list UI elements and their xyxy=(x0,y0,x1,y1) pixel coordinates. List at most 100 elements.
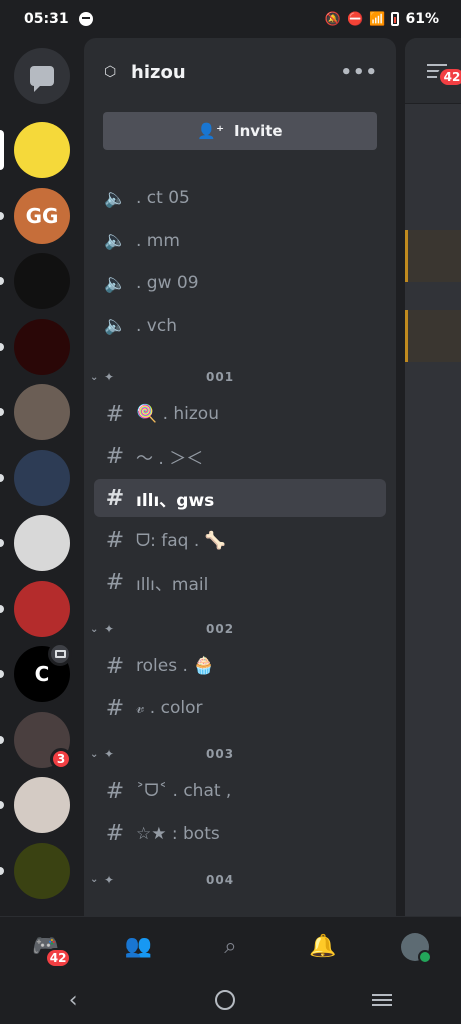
text-channel-label: ıllı、gws xyxy=(136,490,215,511)
voice-channel-label: . gw 09 xyxy=(136,273,199,293)
sparkle-icon: ✦ xyxy=(104,622,115,636)
home-icon[interactable] xyxy=(214,990,235,1010)
hash-icon: # xyxy=(105,695,125,721)
category-header[interactable]: ⌄ ✦ 001 xyxy=(90,366,386,388)
status-time: 05:31 xyxy=(24,11,69,27)
server-icon[interactable] xyxy=(14,515,70,571)
server-icon[interactable] xyxy=(14,253,70,309)
hash-icon: # xyxy=(105,485,125,511)
invite-button[interactable]: 👤⁺ Invite xyxy=(103,112,377,150)
add-user-icon: 👤⁺ xyxy=(197,122,225,140)
sparkle-icon: ✦ xyxy=(104,747,115,762)
unread-dot xyxy=(0,670,4,678)
hash-icon: # xyxy=(105,570,125,596)
text-channel[interactable]: # ☆★ : bots xyxy=(94,815,386,853)
chevron-down-icon: ⌄ xyxy=(90,623,99,635)
server-name: hizou xyxy=(131,61,186,83)
voice-channel[interactable]: 🔈 . vch xyxy=(94,307,386,345)
speaker-icon: 🔈 xyxy=(104,230,127,251)
friends-tab[interactable]: 👥 xyxy=(113,924,163,970)
unread-dot xyxy=(0,735,4,744)
unread-dot xyxy=(0,604,4,613)
more-options-icon[interactable]: ••• xyxy=(340,62,378,83)
battery-icon xyxy=(391,12,400,26)
profile-tab[interactable] xyxy=(390,924,440,970)
home-tab[interactable]: 🎮 42 xyxy=(21,924,72,970)
sparkle-icon: ✦ xyxy=(104,872,115,887)
server-icon[interactable] xyxy=(14,580,70,637)
server-icon[interactable] xyxy=(14,318,70,375)
voice-channel-label: . ct 05 xyxy=(136,188,190,208)
server-icon[interactable] xyxy=(14,384,70,440)
voice-channel[interactable]: 🔈 . ct 05 xyxy=(94,179,386,217)
chat-peek-header: 42 xyxy=(405,38,461,104)
screen-share-badge xyxy=(48,642,72,666)
text-channel-label: 🍭 . hizou xyxy=(136,404,219,424)
category-header[interactable]: ⌄ ✦ 004 xyxy=(90,869,386,891)
text-channel[interactable]: # ～ . ＞＜ xyxy=(94,437,386,475)
messenger-icon xyxy=(78,12,93,26)
search-tab[interactable]: ⌕ xyxy=(205,924,255,970)
unread-dot xyxy=(0,473,4,482)
hash-icon: # xyxy=(105,528,125,554)
status-bar: 05:31 🔕 ⛔ 📶 61% xyxy=(0,0,461,38)
category-header[interactable]: ⌄ ✦ 002 xyxy=(90,618,386,640)
discord-screen: 05:31 🔕 ⛔ 📶 61% GG C 3 ⬡ hizou ••• 👤⁺ Invi… xyxy=(0,0,461,1024)
highlighted-message xyxy=(405,310,461,362)
speaker-icon: 🔈 xyxy=(104,315,127,336)
system-nav: ‹ xyxy=(0,976,461,1024)
dnd-icon: ⛔ xyxy=(347,11,364,27)
mute-icon: 🔕 xyxy=(324,11,342,27)
channel-panel: ⬡ hizou ••• 👤⁺ Invite 🔈 . ct 05 🔈 . mm 🔈 . gw… xyxy=(84,38,396,916)
text-channel[interactable]: # ˃ᗜ˂ . chat , xyxy=(94,772,386,810)
server-header[interactable]: ⬡ hizou ••• xyxy=(84,38,396,106)
chat-peek[interactable]: 42 xyxy=(405,38,461,916)
peek-mention-badge: 42 xyxy=(437,66,461,88)
unread-dot xyxy=(0,342,4,351)
chevron-down-icon: ⌄ xyxy=(90,371,99,383)
server-icon[interactable] xyxy=(14,777,70,833)
direct-messages-button[interactable] xyxy=(14,48,70,104)
text-channel[interactable]: # ᗜ: faq . 🦴 xyxy=(94,522,386,560)
unread-dot xyxy=(0,211,4,220)
wifi-icon: 📶 xyxy=(369,11,386,27)
voice-channel[interactable]: 🔈 . mm xyxy=(94,222,386,260)
notifications-tab[interactable]: 🔔 xyxy=(298,924,348,970)
friends-icon: 👥 xyxy=(124,934,152,959)
hash-icon: # xyxy=(105,401,125,427)
server-icon[interactable]: GG xyxy=(14,187,70,244)
text-channel[interactable]: # ıllı、gws xyxy=(94,479,386,518)
hash-icon: # xyxy=(105,821,125,847)
server-rail: GG C 3 xyxy=(0,38,84,916)
speaker-icon: 🔈 xyxy=(104,187,127,209)
text-channel-label: 𝓋 . color xyxy=(136,698,203,719)
server-icon[interactable] xyxy=(14,842,70,899)
category-header[interactable]: ⌄ ✦ 003 xyxy=(90,743,386,765)
speaker-icon: 🔈 xyxy=(104,272,127,294)
sparkle-icon: ✦ xyxy=(104,370,115,384)
back-icon[interactable]: ‹ xyxy=(69,988,78,1013)
text-channel-label: ᗜ: faq . 🦴 xyxy=(136,530,226,551)
home-badge: 42 xyxy=(45,947,72,968)
server-mention-badge: 3 xyxy=(50,747,72,770)
unread-dot xyxy=(0,866,4,875)
server-icon[interactable] xyxy=(14,122,70,178)
text-channel-label: roles . 🧁 xyxy=(136,656,215,676)
server-icon[interactable] xyxy=(14,449,70,506)
category-label: 001 xyxy=(206,370,235,384)
text-channel-label: ˃ᗜ˂ . chat , xyxy=(136,781,232,802)
unread-dot xyxy=(0,277,4,285)
unread-dot xyxy=(0,801,4,809)
category-label: 004 xyxy=(206,872,235,887)
text-channel[interactable]: # roles . 🧁 xyxy=(94,647,386,685)
invite-label: Invite xyxy=(234,122,283,140)
bell-icon: 🔔 xyxy=(308,934,337,959)
text-channel[interactable]: # 𝓋 . color xyxy=(94,689,386,727)
recents-icon[interactable] xyxy=(372,991,393,1009)
user-avatar xyxy=(400,932,432,964)
text-channel[interactable]: # 🍭 . hizou xyxy=(94,395,386,433)
text-channel[interactable]: # ıllı、mail xyxy=(94,564,386,602)
bottom-nav: 🎮 42 👥 ⌕ 🔔 xyxy=(0,916,461,976)
voice-channel-label: . mm xyxy=(136,230,180,251)
voice-channel[interactable]: 🔈 . gw 09 xyxy=(94,264,386,302)
